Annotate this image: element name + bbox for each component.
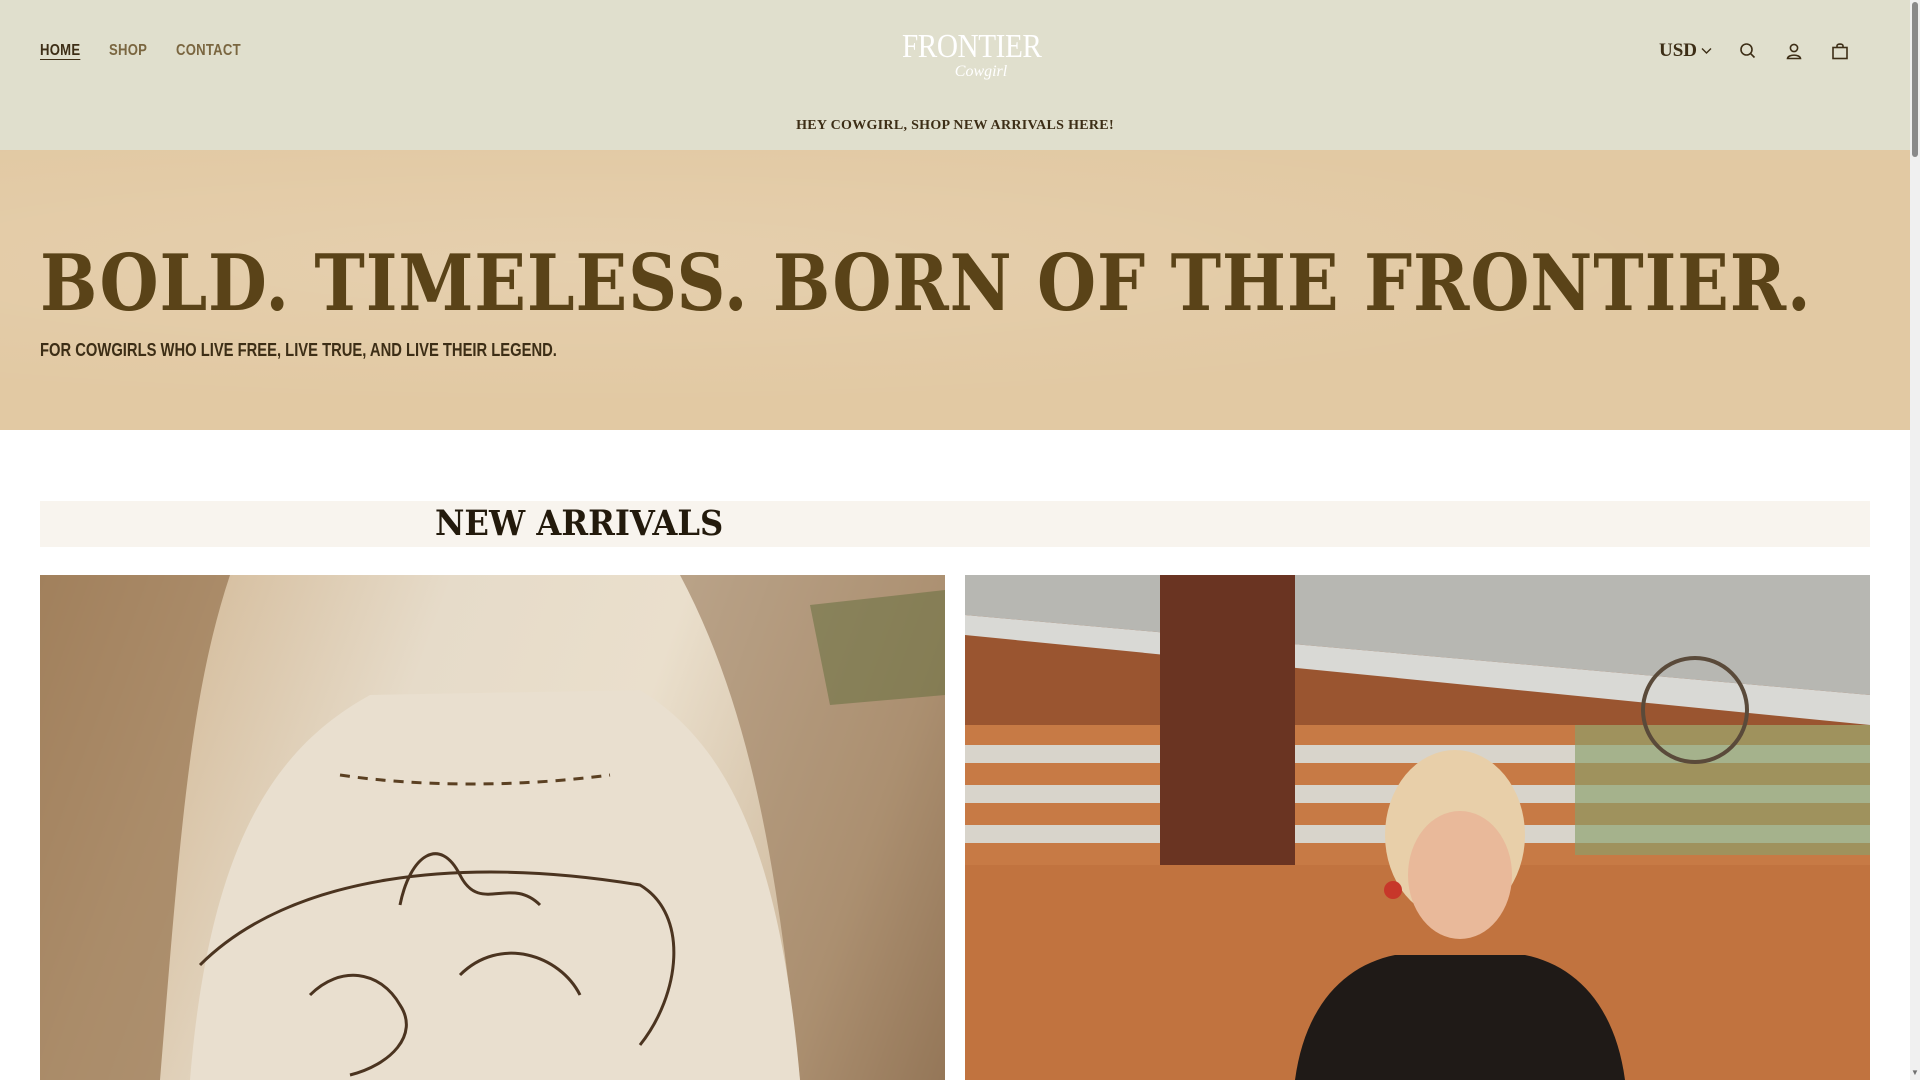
- header-tools: USD: [1659, 40, 1850, 62]
- hero-banner: BOLD. TIMELESS. BORN OF THE FRONTIER. FO…: [0, 150, 1910, 430]
- product-photo: [40, 575, 945, 1080]
- new-arrivals-header: NEW ARRIVALS: [40, 501, 1870, 547]
- search-icon[interactable]: [1738, 41, 1758, 61]
- logo-wordmark: FRONTIER: [901, 28, 1042, 65]
- page-scrollbar[interactable]: ▼: [1910, 0, 1920, 1080]
- cart-icon[interactable]: [1830, 41, 1850, 61]
- product-image-graphic-tee[interactable]: [40, 575, 945, 1080]
- nav-home-link[interactable]: HOME: [40, 42, 80, 60]
- site-header: HOME SHOP CONTACT FRONTIER Cowgirl USD H…: [0, 0, 1910, 150]
- currency-selector[interactable]: USD: [1659, 40, 1712, 62]
- nav-shop-link[interactable]: SHOP: [109, 42, 147, 60]
- scroll-down-arrow-icon[interactable]: ▼: [1910, 1068, 1920, 1078]
- logo-subtitle: Cowgirl: [954, 63, 1008, 80]
- hero-title: BOLD. TIMELESS. BORN OF THE FRONTIER.: [40, 238, 1812, 329]
- product-photo: [965, 575, 1870, 1080]
- hero-subtitle: FOR COWGIRLS WHO LIVE FREE, LIVE TRUE, A…: [40, 340, 557, 360]
- chevron-down-icon: [1701, 48, 1712, 54]
- nav-contact-link[interactable]: CONTACT: [176, 42, 241, 60]
- product-image-black-jacket[interactable]: [965, 575, 1870, 1080]
- main-nav: HOME SHOP CONTACT: [40, 42, 255, 60]
- site-logo[interactable]: FRONTIER Cowgirl: [893, 28, 1042, 80]
- account-icon[interactable]: [1784, 41, 1804, 61]
- section-title: NEW ARRIVALS: [435, 503, 724, 544]
- currency-label: USD: [1658, 40, 1697, 61]
- announcement-bar[interactable]: HEY COWGIRL, SHOP NEW ARRIVALS HERE!: [0, 118, 1910, 134]
- scrollbar-thumb[interactable]: [1912, 2, 1918, 157]
